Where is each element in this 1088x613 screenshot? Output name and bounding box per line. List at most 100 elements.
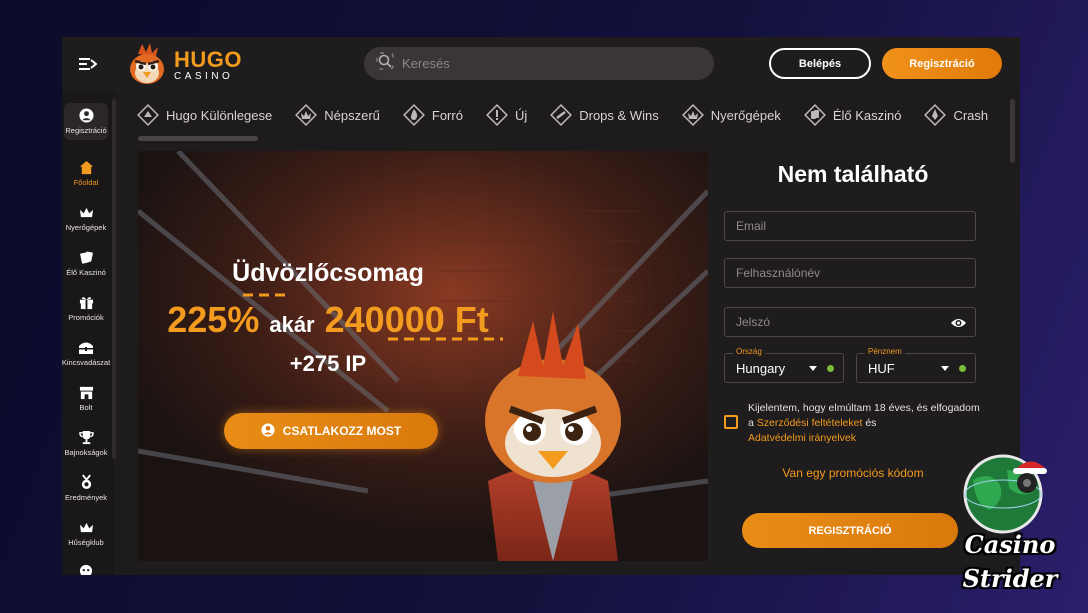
password-field[interactable]: [724, 307, 976, 337]
country-label: Ország: [733, 347, 765, 356]
watermark-line-1: Casino: [964, 530, 1056, 559]
menu-toggle-icon[interactable]: [78, 54, 98, 74]
eye-icon[interactable]: [950, 315, 966, 331]
password-input[interactable]: [736, 315, 936, 329]
search-input[interactable]: [402, 56, 692, 71]
watermark-line-2: Strider: [962, 564, 1058, 593]
home-icon: [78, 159, 94, 175]
category-crash[interactable]: Crash: [923, 103, 988, 127]
sidebar-item-results[interactable]: Eredmények: [62, 474, 110, 502]
trophy-icon: [78, 429, 94, 445]
status-dot-icon: [959, 365, 966, 372]
crash-icon: [923, 103, 947, 127]
sidebar-item-label: Bajnokságok: [64, 448, 108, 457]
terms-link[interactable]: Szerződési feltételeket: [757, 417, 863, 429]
currency-value: HUF: [868, 360, 895, 376]
sidebar: Regisztráció Főoldal Nyerőgépek Élő Kasz…: [62, 91, 116, 575]
category-label: Élő Kaszinó: [832, 107, 902, 123]
search-icon: [376, 52, 394, 75]
sidebar-item-more[interactable]: [62, 563, 110, 575]
banner-offer: 225% akár 240000 Ft: [138, 299, 518, 341]
category-label: Crash: [953, 107, 989, 123]
form-title: Nem található: [777, 161, 929, 187]
category-hot[interactable]: Forró: [402, 103, 463, 127]
popular-icon: [294, 103, 318, 127]
sidebar-item-label: Kincsvadászat: [62, 358, 111, 367]
gift-icon: [78, 294, 94, 310]
globe-logo-icon: [963, 454, 1047, 534]
category-bar: Hugo Különlegese Népszerű Forró Új Drops…: [136, 99, 996, 131]
sidebar-item-loyalty-club[interactable]: Hűségklub: [62, 519, 110, 547]
chevron-down-icon: [809, 366, 817, 371]
sidebar-item-shop[interactable]: Bolt: [62, 384, 110, 412]
sidebar-item-label: Eredmények: [64, 493, 108, 502]
slots-icon: [681, 103, 705, 127]
sidebar-item-treasure-hunt[interactable]: Kincsvadászat: [62, 339, 110, 367]
country-value: Hungary: [736, 360, 786, 376]
sidebar-item-live-casino[interactable]: Élő Kaszinó: [62, 249, 110, 277]
sidebar-item-label: Regisztráció: [65, 126, 107, 135]
sidebar-item-home[interactable]: Főoldal: [62, 159, 110, 187]
email-field[interactable]: [724, 211, 976, 241]
top-bar: HUGO CASINO Belépés Regisztráció: [62, 37, 1020, 91]
casino-app-window: HUGO CASINO Belépés Regisztráció Regiszt…: [62, 37, 1020, 575]
consent-text-part: és: [862, 417, 877, 429]
new-icon: [485, 103, 509, 127]
category-popular[interactable]: Népszerű: [294, 103, 380, 127]
country-select[interactable]: Ország Hungary: [724, 347, 844, 383]
join-now-button[interactable]: CSATLAKOZZ MOST: [224, 413, 438, 449]
crown-icon: [78, 519, 94, 535]
page-scrollbar[interactable]: [1010, 99, 1015, 163]
sidebar-item-register[interactable]: Regisztráció: [64, 103, 108, 140]
sidebar-item-promotions[interactable]: Promóciók: [62, 294, 110, 322]
username-field[interactable]: [724, 258, 976, 288]
privacy-policy-link[interactable]: Adatvédelmi irányelvek: [748, 432, 856, 444]
category-label: Nyerőgépek: [710, 107, 781, 123]
sidebar-scrollbar[interactable]: [112, 99, 116, 459]
category-label: Drops & Wins: [579, 107, 659, 123]
fire-icon: [402, 103, 426, 127]
banner-title: Üdvözlőcsomag: [232, 259, 424, 287]
treasure-chest-icon: [78, 339, 94, 355]
sidebar-item-label: Élő Kaszinó: [66, 268, 106, 277]
chevron-down-icon: [941, 366, 949, 371]
offer-amount: 240000 Ft: [324, 299, 489, 340]
logo-title: HUGO: [174, 46, 242, 72]
special-icon: [136, 103, 160, 127]
sidebar-item-tournaments[interactable]: Bajnokságok: [62, 429, 110, 457]
consent-text: Kijelentem, hogy elmúltam 18 éves, és el…: [748, 401, 984, 446]
currency-label: Pénznem: [865, 347, 905, 356]
terms-consent: Kijelentem, hogy elmúltam 18 éves, és el…: [724, 401, 984, 446]
category-label: Hugo Különlegese: [166, 107, 273, 123]
submit-registration-button[interactable]: REGISZTRÁCIÓ: [742, 513, 958, 548]
crown-icon: [78, 204, 94, 220]
welcome-banner: Üdvözlőcsomag 225% akár 240000 Ft +275 I…: [138, 151, 708, 561]
terms-checkbox[interactable]: [724, 415, 738, 429]
currency-select[interactable]: Pénznem HUF: [856, 347, 976, 383]
sidebar-item-slots[interactable]: Nyerőgépek: [62, 204, 110, 232]
register-button[interactable]: Regisztráció: [882, 48, 1002, 79]
search-bar[interactable]: [364, 47, 714, 80]
offer-percent: 225%: [167, 299, 260, 340]
user-icon: [78, 107, 94, 123]
hugo-bird-icon: [124, 42, 170, 88]
logo-subtitle: CASINO: [174, 70, 234, 82]
status-dot-icon: [827, 365, 834, 372]
category-live-casino[interactable]: Élő Kaszinó: [803, 103, 902, 127]
casino-strider-watermark: Casino Strider: [945, 450, 1075, 600]
category-new[interactable]: Új: [485, 103, 527, 127]
sidebar-item-label: Hűségklub: [68, 538, 104, 547]
hugo-casino-logo[interactable]: HUGO CASINO: [124, 42, 244, 88]
username-input[interactable]: [736, 266, 936, 280]
email-input[interactable]: [736, 219, 936, 233]
category-hugo-special[interactable]: Hugo Különlegese: [136, 103, 272, 127]
smiley-icon: [78, 563, 94, 575]
join-now-label: CSATLAKOZZ MOST: [282, 424, 402, 438]
login-button[interactable]: Belépés: [769, 48, 871, 79]
sidebar-item-label: Bolt: [79, 403, 93, 412]
live-casino-icon: [803, 103, 827, 127]
category-label: Új: [514, 107, 528, 123]
category-drops-wins[interactable]: Drops & Wins: [549, 103, 659, 127]
category-slots[interactable]: Nyerőgépek: [681, 103, 781, 127]
category-scrollbar[interactable]: [138, 136, 258, 141]
